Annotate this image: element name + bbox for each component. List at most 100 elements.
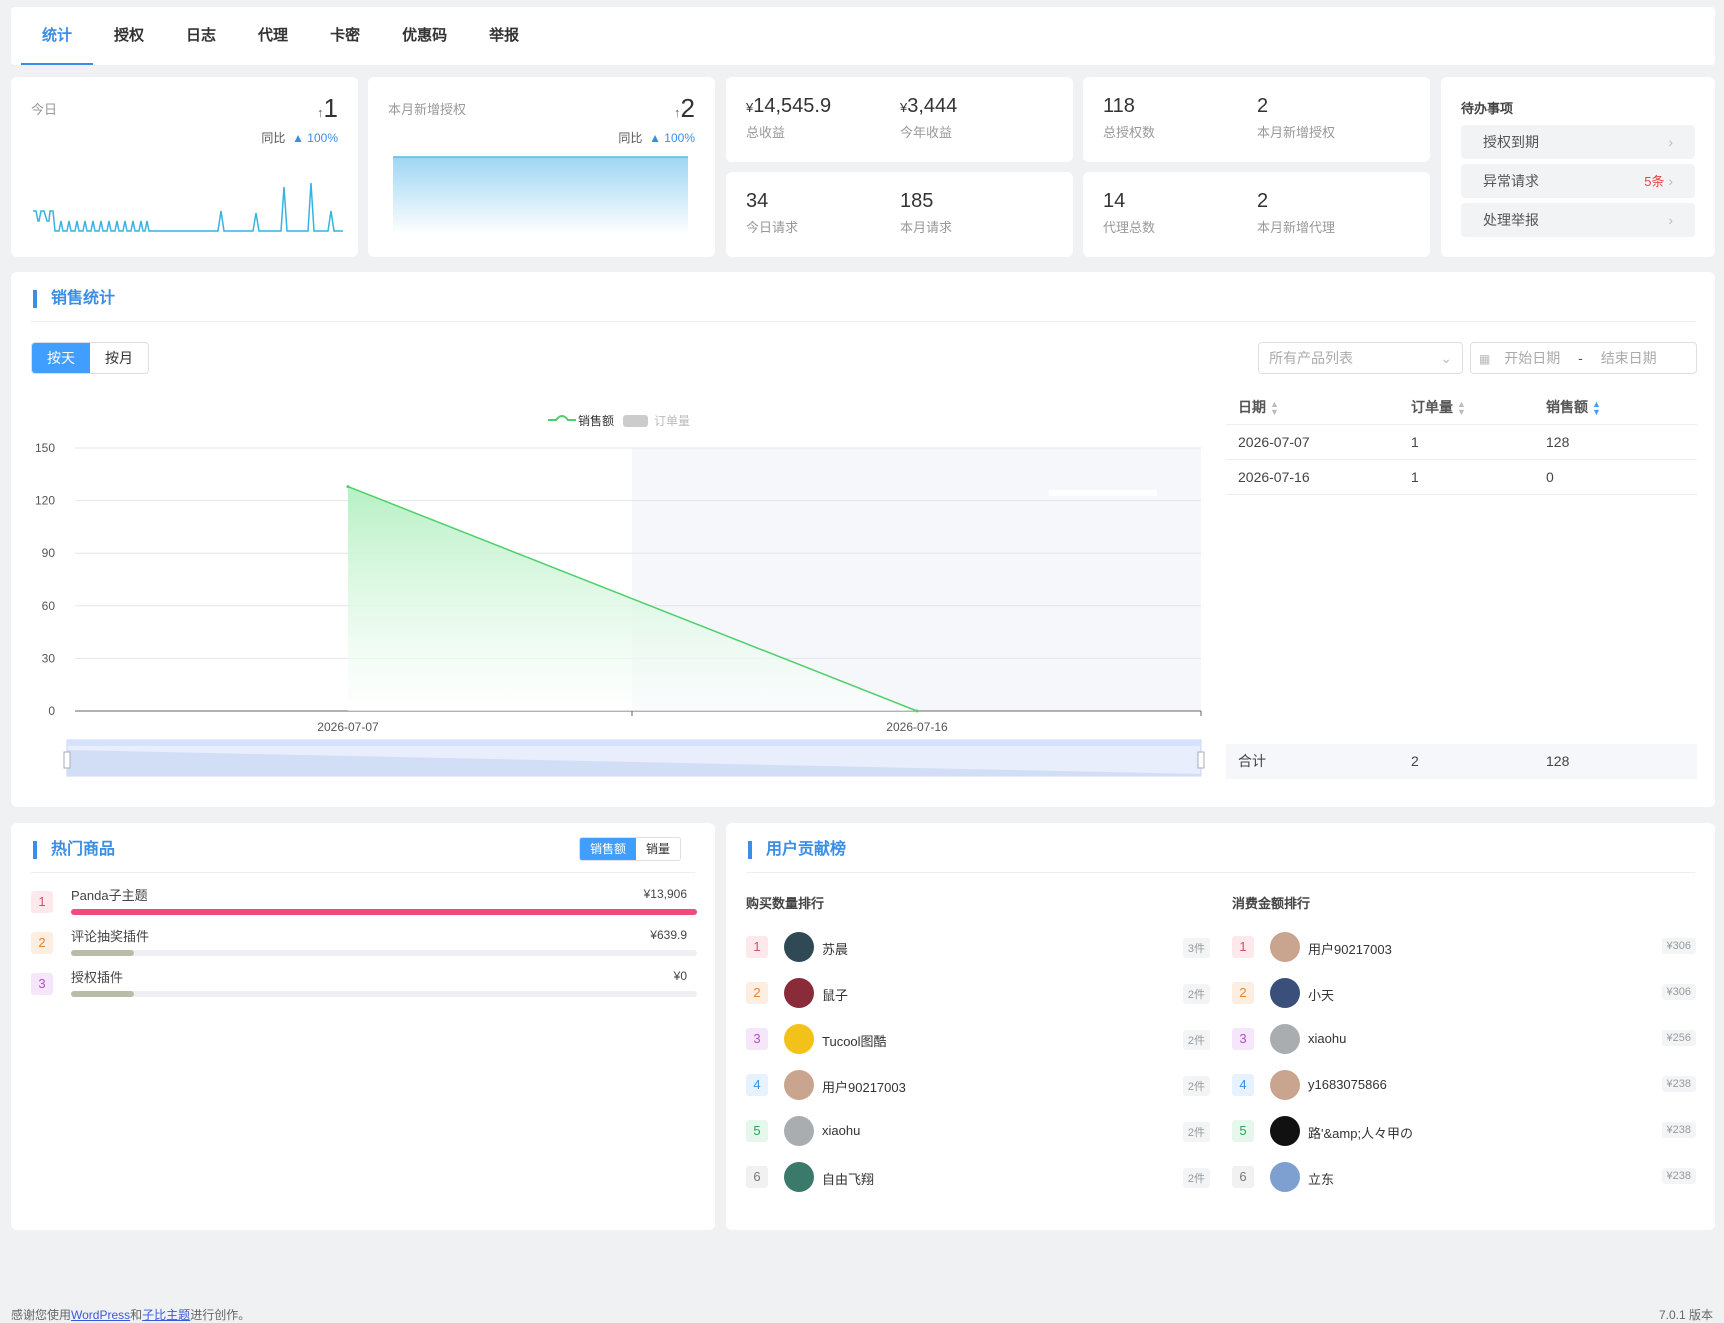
- rank-badge: 2: [746, 982, 768, 1004]
- avatar[interactable]: [1270, 932, 1300, 962]
- monthly-auth-value-wrap: ↑2: [674, 93, 695, 124]
- rank-badge: 1: [31, 891, 53, 913]
- rank-value: 2件: [1182, 1168, 1210, 1188]
- compare-value: 100%: [307, 131, 338, 145]
- y-tick-label: 90: [42, 546, 56, 560]
- rank-badge: 3: [1232, 1028, 1254, 1050]
- avatar[interactable]: [784, 978, 814, 1008]
- col-date[interactable]: 日期 ▲ ▼: [1226, 390, 1411, 424]
- user-name[interactable]: Tucool图酷: [822, 1031, 887, 1050]
- month-agents: 2 本月新增代理: [1257, 190, 1335, 236]
- user-name[interactable]: 小天: [1308, 985, 1334, 1004]
- wordpress-link[interactable]: WordPress: [71, 1308, 130, 1322]
- avatar[interactable]: [1270, 1116, 1300, 1146]
- avatar[interactable]: [1270, 1024, 1300, 1054]
- todo-handle-reports[interactable]: 处理举报 ›: [1461, 203, 1695, 237]
- avatar[interactable]: [784, 1162, 814, 1192]
- chevron-down-icon: ⌄: [1440, 350, 1452, 366]
- user-name[interactable]: xiaohu: [1308, 1031, 1346, 1046]
- auth-count-card: 118 总授权数 2 本月新增授权: [1083, 77, 1430, 162]
- rank-list-item: 4 用户90217003 2件: [746, 1069, 1210, 1101]
- chart-tooltip-edge: [1049, 490, 1157, 496]
- hot-toggle: 销售额 销量: [579, 837, 682, 861]
- tab-agents[interactable]: 代理: [237, 7, 309, 65]
- tab-logs[interactable]: 日志: [165, 7, 237, 65]
- income-card: ¥14,545.9 总收益 ¥3,444 今年收益: [726, 77, 1073, 162]
- month-auth: 2 本月新增授权: [1257, 95, 1335, 141]
- footer-text-3: 进行创作。: [190, 1308, 251, 1322]
- avatar[interactable]: [784, 932, 814, 962]
- end-date-input[interactable]: 结束日期: [1601, 350, 1657, 366]
- tab-stats[interactable]: 统计: [21, 7, 94, 65]
- rank-value: 2件: [1182, 984, 1210, 1004]
- user-name[interactable]: 自由飞翔: [822, 1169, 874, 1188]
- avatar[interactable]: [784, 1024, 814, 1054]
- col-orders[interactable]: 订单量 ▲ ▼: [1411, 390, 1546, 424]
- hot-products-card: 热门商品 销售额 销量 1 Panda子主题 ¥13,906 2 评论抽奖插件 ¥639.…: [11, 823, 715, 1230]
- zibll-link[interactable]: 子比主题: [142, 1308, 190, 1322]
- sales-table-footer: 合计 2 128: [1226, 744, 1697, 779]
- contrib-card: 用户贡献榜 购买数量排行 消费金额排行 1 苏晨 3件 2 鼠子 2件 3 Tucool图酷 2…: [726, 823, 1715, 1230]
- rank-badge: 5: [1232, 1120, 1254, 1142]
- total-label: 合计: [1238, 753, 1266, 769]
- y-tick-label: 60: [42, 599, 56, 613]
- user-name[interactable]: xiaohu: [822, 1123, 860, 1138]
- total-amount: 128: [1546, 753, 1570, 769]
- monthly-auth-area: [393, 156, 688, 235]
- rank-value: ¥238: [1661, 1168, 1696, 1184]
- hot-count-tab[interactable]: 销量: [636, 838, 680, 860]
- avatar[interactable]: [1270, 1162, 1300, 1192]
- product-name: 授权插件: [71, 970, 124, 985]
- user-name[interactable]: 用户90217003: [1308, 939, 1392, 958]
- date-range-picker[interactable]: ▦ 开始日期 - 结束日期: [1470, 342, 1697, 374]
- buy-rank-title: 购买数量排行: [746, 896, 825, 911]
- sales-point: [915, 709, 919, 713]
- todo-auth-expiry[interactable]: 授权到期 ›: [1461, 125, 1695, 159]
- legend-orders-label: 订单量: [654, 414, 690, 428]
- y-tick-label: 30: [42, 651, 56, 665]
- hot-amount-tab[interactable]: 销售额: [580, 838, 637, 860]
- user-name[interactable]: 立东: [1308, 1169, 1334, 1188]
- sort-icon: ▲ ▼: [1457, 399, 1466, 418]
- tab-auth[interactable]: 授权: [93, 7, 165, 65]
- by-day-button[interactable]: 按天: [32, 343, 90, 373]
- avatar[interactable]: [784, 1070, 814, 1100]
- monthly-auth-label: 本月新增授权: [388, 102, 467, 117]
- cell-orders: 1: [1411, 469, 1419, 485]
- start-date-input[interactable]: 开始日期: [1504, 350, 1560, 366]
- user-name[interactable]: y1683075866: [1308, 1077, 1387, 1092]
- rank-badge: 2: [31, 932, 53, 954]
- total-income-value: 14,545.9: [753, 95, 832, 117]
- y-tick-label: 150: [35, 441, 55, 455]
- tab-coupons[interactable]: 优惠码: [381, 7, 468, 65]
- avatar[interactable]: [784, 1116, 814, 1146]
- cell-amount: 128: [1546, 434, 1570, 450]
- product-name: 评论抽奖插件: [71, 929, 150, 944]
- month-requests-value: 185: [900, 190, 934, 212]
- total-auth: 118 总授权数: [1103, 95, 1155, 141]
- avatar[interactable]: [1270, 978, 1300, 1008]
- by-month-button[interactable]: 按月: [90, 343, 148, 373]
- user-name[interactable]: 鼠子: [822, 985, 848, 1004]
- rank-list-item: 5 路'&amp;人々甲の ¥238: [1232, 1115, 1696, 1147]
- user-name[interactable]: 用户90217003: [822, 1077, 906, 1096]
- user-name[interactable]: 苏晨: [822, 939, 848, 958]
- chevron-right-icon: ›: [1668, 173, 1673, 189]
- todo-abnormal-requests[interactable]: 异常请求 5条 ›: [1461, 164, 1695, 198]
- total-auth-value: 118: [1103, 95, 1135, 117]
- sales-period-toggle: 按天 按月: [31, 342, 149, 374]
- tab-reports[interactable]: 举报: [468, 7, 540, 65]
- month-agents-value: 2: [1257, 190, 1269, 212]
- rank-list-item: 4 y1683075866 ¥238: [1232, 1069, 1696, 1101]
- product-select[interactable]: 所有产品列表 ⌄: [1258, 342, 1463, 374]
- tab-cards[interactable]: 卡密: [309, 7, 381, 65]
- rank-value: ¥256: [1661, 1030, 1696, 1046]
- sales-title: 销售统计: [33, 290, 115, 308]
- user-name[interactable]: 路'&amp;人々甲の: [1308, 1123, 1413, 1142]
- product-amount: ¥13,906: [643, 887, 687, 901]
- cell-orders: 1: [1411, 434, 1419, 450]
- sales-table: 日期 ▲ ▼ 订单量 ▲ ▼ 销售额 ▲ ▼ 2026-07-07 1 128 2026-0…: [1226, 390, 1697, 495]
- rank-value: ¥238: [1661, 1076, 1696, 1092]
- col-amount[interactable]: 销售额 ▲ ▼: [1546, 390, 1697, 424]
- avatar[interactable]: [1270, 1070, 1300, 1100]
